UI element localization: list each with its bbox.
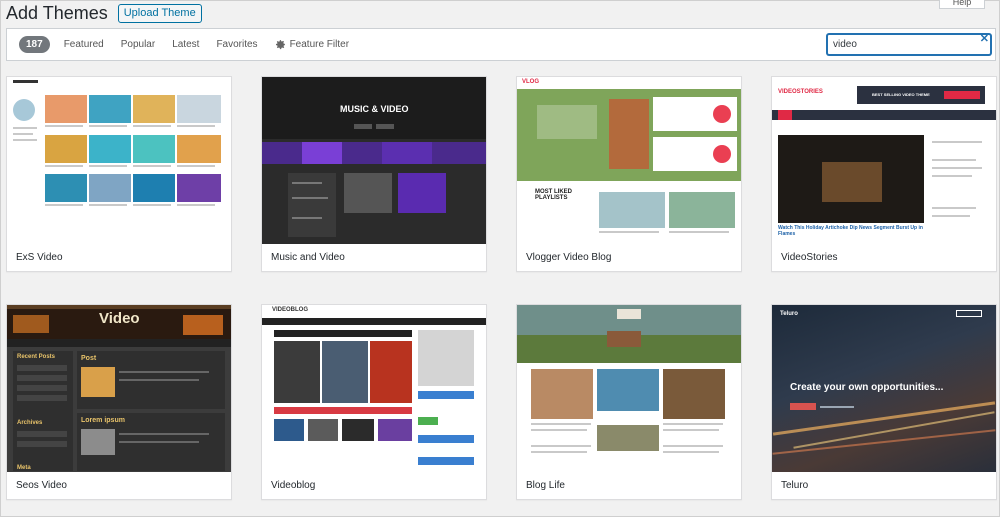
theme-headline: Watch This Holiday Artichoke Dip News Se… xyxy=(778,225,923,237)
theme-card-videostories[interactable]: VIDEOSTORIES BEST SELLING VIDEO THEME Wa… xyxy=(771,76,997,272)
theme-posts-heading: Recent Posts xyxy=(17,354,56,360)
theme-screenshot: Teluro Create your own opportunities... xyxy=(772,305,996,473)
theme-caption: MOST LIKED PLAYLISTS xyxy=(535,189,572,201)
theme-card-music-and-video[interactable]: MUSIC & VIDEO Music and Video xyxy=(261,76,487,272)
theme-card-blog-life[interactable]: Blog Life xyxy=(516,304,742,500)
theme-name: Vlogger Video Blog xyxy=(517,244,741,271)
theme-name: Seos Video xyxy=(7,472,231,499)
theme-name: Blog Life xyxy=(517,472,741,499)
theme-card-videoblog[interactable]: VIDEOBLOG Videoblog xyxy=(261,304,487,500)
theme-screenshot: VIDEOBLOG xyxy=(262,305,486,473)
theme-caption: Create your own opportunities... xyxy=(790,382,944,393)
filter-popular[interactable]: Popular xyxy=(121,39,155,50)
theme-name: Videoblog xyxy=(262,472,486,499)
theme-banner: VIDEOSTORIES xyxy=(778,89,823,95)
upload-theme-button[interactable]: Upload Theme xyxy=(117,4,202,23)
feature-filter-button[interactable]: Feature Filter xyxy=(275,39,349,50)
theme-card-teluro[interactable]: Teluro Create your own opportunities... … xyxy=(771,304,997,500)
theme-meta-heading: Meta xyxy=(17,465,31,471)
help-tab[interactable]: Help xyxy=(939,0,985,9)
theme-screenshot: VLOG MOST LIKED PLAYLISTS xyxy=(517,77,741,245)
theme-banner: MUSIC & VIDEO xyxy=(340,104,409,114)
search-input[interactable]: video xyxy=(827,34,991,55)
feature-filter-label: Feature Filter xyxy=(289,39,350,50)
theme-screenshot: Video Recent Posts Archives Meta Post Lo… xyxy=(7,305,231,473)
filter-latest[interactable]: Latest xyxy=(172,39,199,50)
clear-search-icon[interactable]: ✕ xyxy=(980,32,989,45)
theme-caption: BEST SELLING VIDEO THEME xyxy=(872,92,930,97)
page-header: Add Themes Upload Theme xyxy=(6,3,202,24)
page-title: Add Themes xyxy=(6,3,108,23)
theme-banner: VLOG xyxy=(522,79,540,85)
theme-card-exs-video[interactable]: ExS Video xyxy=(6,76,232,272)
theme-banner: Teluro xyxy=(780,311,798,317)
theme-name: Music and Video xyxy=(262,244,486,271)
theme-lorem-heading: Lorem ipsum xyxy=(81,417,125,424)
filter-favorites[interactable]: Favorites xyxy=(216,39,257,50)
theme-name: ExS Video xyxy=(7,244,231,271)
theme-name: Teluro xyxy=(772,472,996,499)
theme-banner: Video xyxy=(99,310,140,327)
theme-count-badge: 187 xyxy=(19,36,50,53)
theme-name: VideoStories xyxy=(772,244,996,271)
gear-icon xyxy=(275,40,285,50)
theme-card-seos-video[interactable]: Video Recent Posts Archives Meta Post Lo… xyxy=(6,304,232,500)
filter-bar: 187 Featured Popular Latest Favorites Fe… xyxy=(6,28,996,61)
theme-screenshot: MUSIC & VIDEO xyxy=(262,77,486,245)
theme-card-vlogger-video-blog[interactable]: VLOG MOST LIKED PLAYLISTS Vlogger Video … xyxy=(516,76,742,272)
filter-featured[interactable]: Featured xyxy=(64,39,104,50)
theme-post-heading: Post xyxy=(81,355,97,362)
theme-screenshot xyxy=(7,77,231,245)
theme-archives-heading: Archives xyxy=(17,420,43,426)
theme-screenshot xyxy=(517,305,741,473)
theme-screenshot: VIDEOSTORIES BEST SELLING VIDEO THEME Wa… xyxy=(772,77,996,245)
theme-banner: VIDEOBLOG xyxy=(272,307,309,313)
